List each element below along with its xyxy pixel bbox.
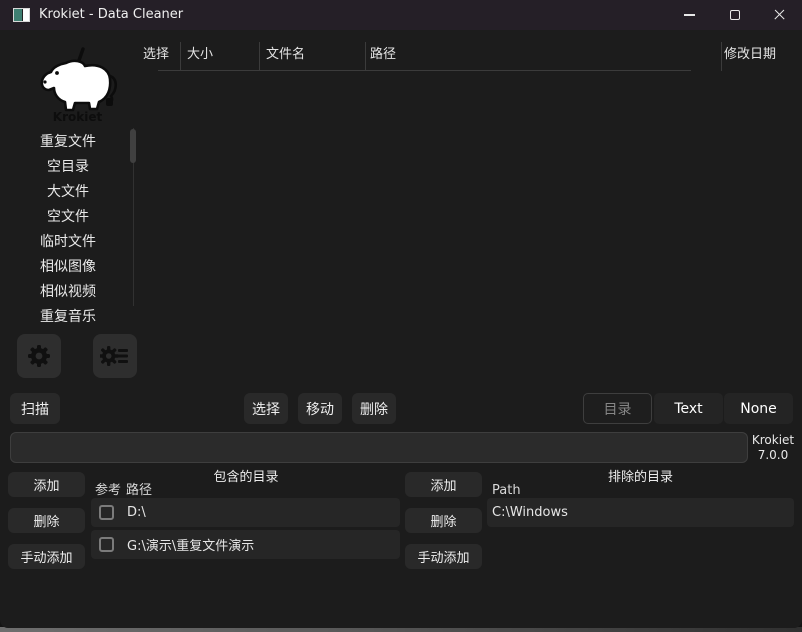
sidebar-item-empty-files[interactable]: 空文件 <box>8 205 128 230</box>
window-title: Krokiet - Data Cleaner <box>39 0 183 30</box>
included-dir-row[interactable]: D:\ <box>91 498 400 527</box>
delete-button[interactable]: 删除 <box>352 393 396 424</box>
sidebar-item-duplicate-files[interactable]: 重复文件 <box>8 130 128 155</box>
version-label: Krokiet 7.0.0 <box>748 433 798 463</box>
column-separator[interactable] <box>180 42 181 71</box>
included-path-column-header: 路径 <box>126 484 152 498</box>
gear-list-icon <box>100 343 130 369</box>
sidebar-item-temp-files[interactable]: 临时文件 <box>8 230 128 255</box>
column-header-size: 大小 <box>187 46 213 64</box>
column-separator[interactable] <box>259 42 260 71</box>
app-icon <box>13 8 30 22</box>
mode-text-button[interactable]: Text <box>654 393 723 424</box>
minimize-button[interactable] <box>667 0 712 30</box>
column-header-path: 路径 <box>370 46 396 64</box>
app-window: Krokiet - Data Cleaner Krokiet 重复文件 空目录 … <box>0 0 802 628</box>
krokiet-cow-logo <box>33 46 121 112</box>
tool-settings-button[interactable] <box>93 334 137 378</box>
column-header-select: 选择 <box>143 46 169 64</box>
sidebar-item-duplicate-music[interactable]: 重复音乐 <box>8 305 128 330</box>
close-button[interactable] <box>757 0 802 30</box>
reference-checkbox[interactable] <box>99 505 114 520</box>
sidebar-item-similar-images[interactable]: 相似图像 <box>8 255 128 280</box>
excluded-path-column-header: Path <box>492 484 521 498</box>
excluded-add-button[interactable]: 添加 <box>405 472 482 497</box>
excluded-manual-add-button[interactable]: 手动添加 <box>405 544 482 569</box>
included-add-button[interactable]: 添加 <box>8 472 85 497</box>
logo-caption: Krokiet <box>35 110 120 124</box>
sidebar-item-similar-videos[interactable]: 相似视频 <box>8 280 128 305</box>
minimize-icon <box>684 14 695 16</box>
version-number: 7.0.0 <box>748 448 798 463</box>
included-remove-button[interactable]: 删除 <box>8 508 85 533</box>
excluded-dir-row[interactable]: C:\Windows <box>487 498 794 527</box>
included-reference-column-header: 参考 <box>95 484 121 498</box>
column-separator[interactable] <box>721 42 722 71</box>
gear-icon <box>26 343 52 369</box>
status-input[interactable] <box>10 432 748 463</box>
move-button[interactable]: 移动 <box>298 393 342 424</box>
scan-button[interactable]: 扫描 <box>10 393 60 424</box>
sidebar-item-big-files[interactable]: 大文件 <box>8 180 128 205</box>
included-dir-row[interactable]: G:\演示\重复文件演示 <box>91 530 400 559</box>
column-header-filename: 文件名 <box>266 46 305 64</box>
maximize-button[interactable] <box>712 0 757 30</box>
sidebar-scrollbar-thumb[interactable] <box>130 129 136 163</box>
sidebar-item-empty-dirs[interactable]: 空目录 <box>8 155 128 180</box>
maximize-icon <box>730 10 740 20</box>
excluded-remove-button[interactable]: 删除 <box>405 508 482 533</box>
column-separator[interactable] <box>365 42 366 71</box>
window-controls <box>667 0 802 30</box>
mode-none-button[interactable]: None <box>724 393 793 424</box>
reference-checkbox[interactable] <box>99 537 114 552</box>
column-header-modified: 修改日期 <box>724 46 776 64</box>
included-manual-add-button[interactable]: 手动添加 <box>8 544 85 569</box>
version-app-name: Krokiet <box>748 433 798 448</box>
excluded-dirs-title: 排除的目录 <box>487 470 794 486</box>
select-button[interactable]: 选择 <box>244 393 288 424</box>
included-dir-path: G:\演示\重复文件演示 <box>127 535 254 554</box>
sidebar-nav: 重复文件 空目录 大文件 空文件 临时文件 相似图像 相似视频 重复音乐 <box>8 130 128 330</box>
settings-button[interactable] <box>17 334 61 378</box>
excluded-dir-path: C:\Windows <box>492 505 568 520</box>
header-underline <box>158 70 691 71</box>
included-dir-path: D:\ <box>127 505 146 520</box>
mode-directory-button[interactable]: 目录 <box>583 393 652 424</box>
title-bar: Krokiet - Data Cleaner <box>0 0 802 30</box>
